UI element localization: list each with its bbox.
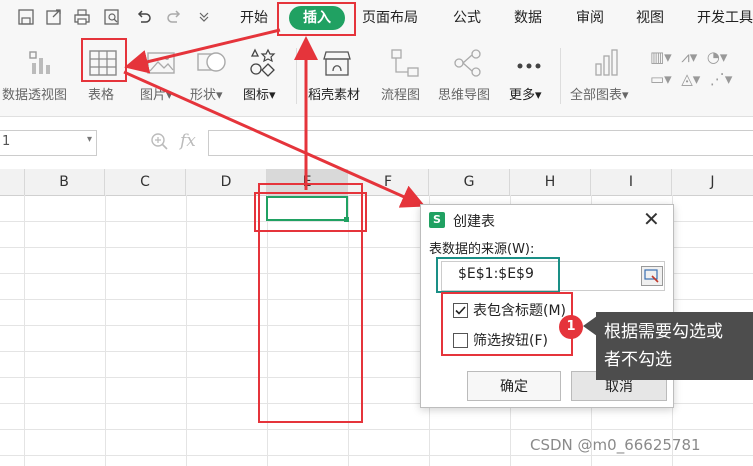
annotation-box-checkboxes	[441, 292, 573, 356]
tooltip-line-2: 者不勾选	[604, 350, 672, 370]
dialog-titlebar: S 创建表 ✕	[421, 205, 671, 235]
annotation-tooltip: 根据需要勾选或 者不勾选	[596, 312, 753, 380]
wps-sheet-icon: S	[429, 212, 445, 228]
dialog-title: 创建表	[453, 214, 495, 230]
annotation-badge: 1	[559, 315, 583, 339]
tooltip-line-1: 根据需要勾选或	[604, 322, 723, 342]
ok-button[interactable]: 确定	[467, 371, 561, 401]
tooltip-pointer	[583, 316, 597, 336]
close-icon[interactable]: ✕	[643, 207, 660, 231]
range-highlight-box	[436, 257, 560, 293]
range-select-icon[interactable]	[641, 266, 663, 286]
watermark: CSDN @m0_66625781	[530, 436, 701, 454]
source-label: 表数据的来源(W):	[429, 242, 535, 257]
